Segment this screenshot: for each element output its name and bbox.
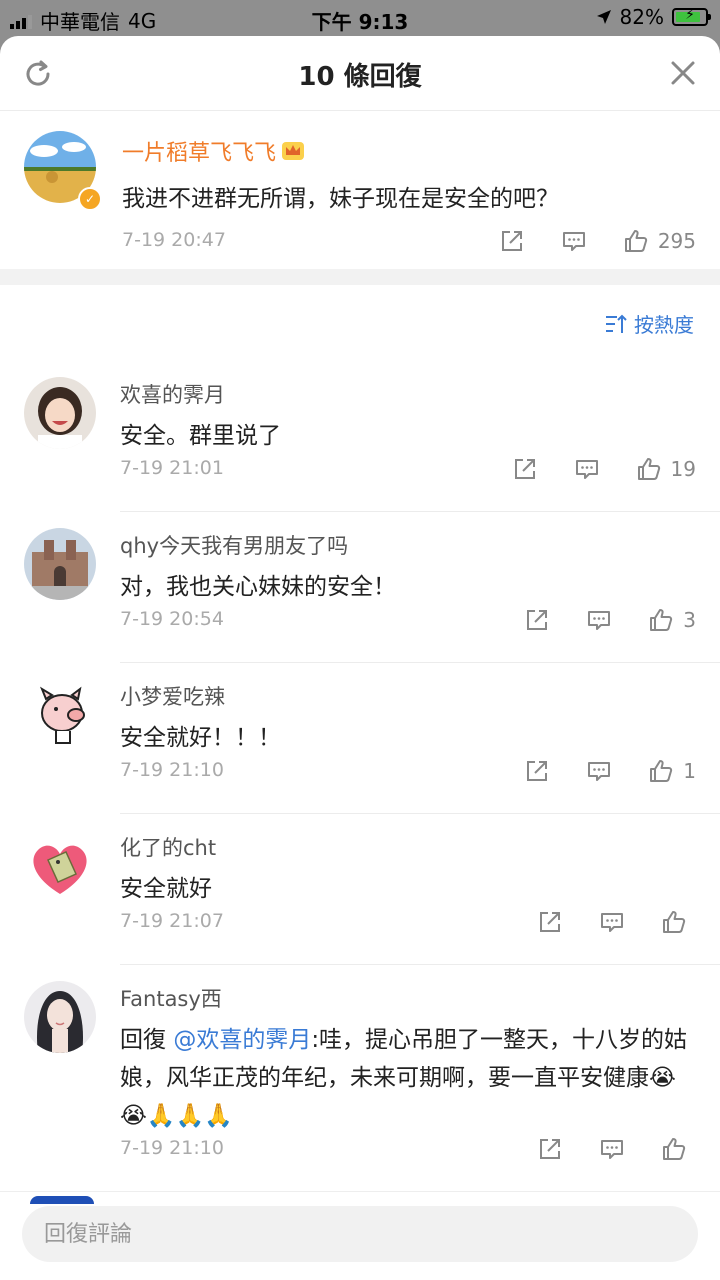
reply-time: 7-19 21:10	[120, 759, 224, 781]
thumbs-up-icon	[637, 458, 660, 480]
thumbs-up-icon	[624, 230, 647, 252]
like-button[interactable]: 3	[647, 606, 696, 634]
author-name[interactable]: Fantasy西	[120, 983, 222, 1013]
verified-badge-icon: ✓	[78, 187, 102, 211]
like-button[interactable]	[660, 908, 696, 936]
share-icon	[540, 1139, 560, 1159]
share-button[interactable]	[498, 227, 526, 255]
comment-icon	[588, 611, 611, 630]
reply-text: 安全就好	[120, 876, 212, 902]
avatar[interactable]	[24, 679, 96, 751]
reply-composer	[0, 1191, 720, 1280]
reply-button[interactable]	[560, 227, 588, 255]
like-count: 19	[670, 457, 696, 481]
comment-icon	[575, 460, 598, 479]
reply-time: 7-19 21:07	[120, 910, 224, 932]
sort-by-heat-button[interactable]: 按熱度	[604, 309, 694, 338]
avatar[interactable]	[24, 528, 96, 600]
share-icon	[527, 610, 548, 630]
crown-icon	[282, 142, 305, 160]
section-divider	[0, 269, 720, 285]
page-title: 10 條回復	[298, 62, 422, 92]
author-name[interactable]: 小梦爱吃辣	[120, 681, 225, 711]
reply-time: 7-19 21:01	[120, 457, 224, 479]
comment-icon	[601, 1140, 623, 1159]
thumbs-up-icon	[663, 1138, 686, 1160]
reply-button[interactable]	[598, 908, 626, 936]
reply-item: 化了的cht 安全就好 7-19 21:07	[0, 814, 720, 965]
share-button[interactable]	[536, 1135, 564, 1163]
like-button[interactable]: 19	[635, 455, 696, 483]
reply-item: qhy今天我有男朋友了吗 对，我也关心妹妹的安全！ 7-19 20:54 3	[0, 512, 720, 663]
like-button[interactable]	[660, 1135, 696, 1163]
share-button[interactable]	[523, 757, 551, 785]
reply-prefix: 回復	[120, 1027, 166, 1053]
reply-text: 回復 @欢喜的霁月:哇，提心吊胆了一整天，十八岁的姑娘，风华正茂的年纪，未来可期…	[120, 1021, 690, 1135]
avatar[interactable]	[24, 377, 96, 449]
reply-time: 7-19 21:10	[120, 1137, 224, 1159]
sheet-header: 10 條回復	[0, 36, 720, 111]
share-button[interactable]	[523, 606, 551, 634]
battery-icon: ⚡	[672, 7, 711, 26]
reply-text: 安全就好！！！	[120, 725, 281, 751]
comment-icon	[562, 232, 585, 251]
location-icon	[596, 10, 611, 24]
avatar[interactable]	[30, 1196, 94, 1204]
like-count: 1	[683, 759, 696, 783]
status-bar: 中華電信 4G 下午 9:13 82% ⚡	[0, 0, 720, 36]
reply-text: 安全。群里说了	[120, 423, 281, 449]
like-button[interactable]: 1	[647, 757, 696, 785]
share-icon	[527, 761, 548, 781]
share-button[interactable]	[511, 455, 539, 483]
author-name[interactable]: 一片稻草飞飞飞	[122, 135, 276, 167]
main-comment: ✓ 一片稻草飞飞飞 我进不进群无所谓，妹子现在是安全的吧？ 7-19 20:47…	[0, 111, 720, 269]
share-button[interactable]	[536, 908, 564, 936]
reply-button[interactable]	[585, 606, 613, 634]
thumbs-up-icon	[663, 911, 686, 933]
comment-text: 我进不进群无所谓，妹子现在是安全的吧？	[122, 186, 559, 212]
share-icon	[540, 912, 560, 932]
author-name[interactable]: qhy今天我有男朋友了吗	[120, 530, 348, 560]
reply-button[interactable]	[585, 757, 613, 785]
close-icon[interactable]	[668, 58, 698, 88]
reply-time: 7-19 20:54	[120, 608, 224, 630]
reply-input[interactable]	[22, 1206, 698, 1262]
comment-time: 7-19 20:47	[122, 229, 226, 251]
battery-percent: 82%	[619, 5, 664, 29]
like-count: 295	[657, 229, 696, 253]
thumbs-up-icon	[650, 760, 673, 782]
reply-text: 对，我也关心妹妹的安全！	[120, 574, 396, 600]
avatar[interactable]	[24, 981, 96, 1053]
reply-button[interactable]	[598, 1135, 626, 1163]
replies-sheet: 10 條回復 ✓ 一片稻草飞飞飞 我进不进群无所谓，妹子现在是安全的吧？ 7-1…	[0, 36, 720, 1280]
sort-icon	[606, 314, 627, 333]
reply-item: 欢喜的霁月 安全。群里说了 7-19 21:01 19	[0, 361, 720, 512]
comment-icon	[601, 913, 623, 932]
avatar[interactable]	[24, 830, 96, 902]
mention-link[interactable]: @欢喜的霁月	[173, 1027, 311, 1053]
like-count: 3	[683, 608, 696, 632]
author-name[interactable]: 化了的cht	[120, 832, 216, 862]
like-button[interactable]: 295	[622, 227, 696, 255]
thumbs-up-icon	[650, 609, 673, 631]
reply-item: Fantasy西 回復 @欢喜的霁月:哇，提心吊胆了一整天，十八岁的姑娘，风华正…	[0, 965, 720, 1193]
reply-button[interactable]	[573, 455, 601, 483]
share-icon	[514, 459, 535, 479]
author-name[interactable]: 欢喜的霁月	[120, 379, 225, 409]
reply-item: 小梦爱吃辣 安全就好！！！ 7-19 21:10 1	[0, 663, 720, 814]
share-icon	[501, 231, 522, 251]
sort-label: 按熱度	[634, 313, 694, 337]
comment-icon	[588, 762, 611, 781]
